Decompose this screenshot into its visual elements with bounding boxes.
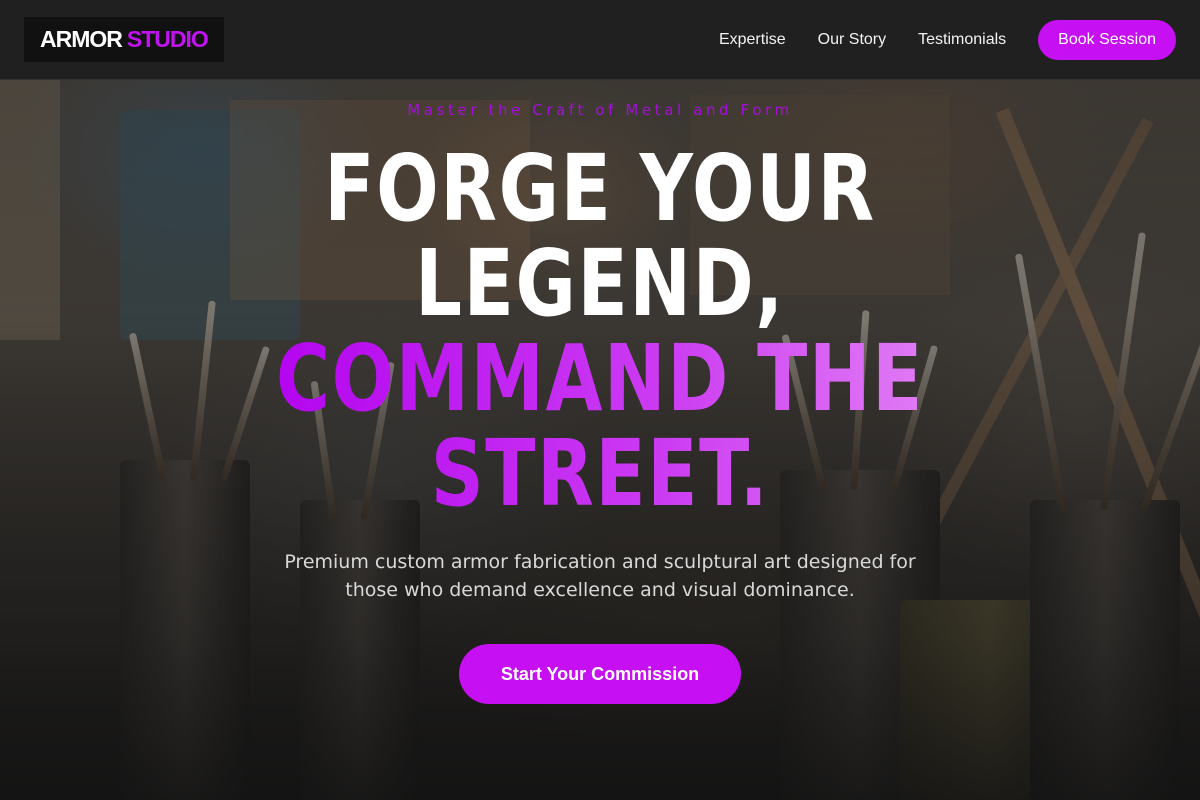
headline-line-accent: STREET. <box>276 426 924 521</box>
nav-link-testimonials[interactable]: Testimonials <box>918 31 1006 49</box>
hero-subtitle: Premium custom armor fabrication and scu… <box>284 551 916 601</box>
book-session-button[interactable]: Book Session <box>1038 19 1176 60</box>
navbar: ARMOR STUDIO Expertise Our Story Testimo… <box>0 0 1200 80</box>
nav-links: Expertise Our Story Testimonials Book Se… <box>687 19 1176 60</box>
logo-word-studio: STUDIO <box>126 26 209 52</box>
headline-line: LEGEND, <box>415 230 785 337</box>
nav-link-expertise[interactable]: Expertise <box>719 31 786 49</box>
hero-eyebrow: Master the Craft of Metal and Form <box>407 101 793 119</box>
logo-word-armor: ARMOR <box>40 26 123 52</box>
nav-link-our-story[interactable]: Our Story <box>818 31 886 49</box>
headline-line: FORGE YOUR <box>324 135 876 242</box>
hero-headline: FORGE YOUR LEGEND, COMMAND THE STREET. <box>276 141 924 521</box>
hero-section: Master the Craft of Metal and Form FORGE… <box>0 80 1200 800</box>
start-commission-button[interactable]: Start Your Commission <box>459 644 741 704</box>
headline-line-accent: COMMAND THE <box>275 325 925 432</box>
brand-logo[interactable]: ARMOR STUDIO <box>24 17 224 62</box>
